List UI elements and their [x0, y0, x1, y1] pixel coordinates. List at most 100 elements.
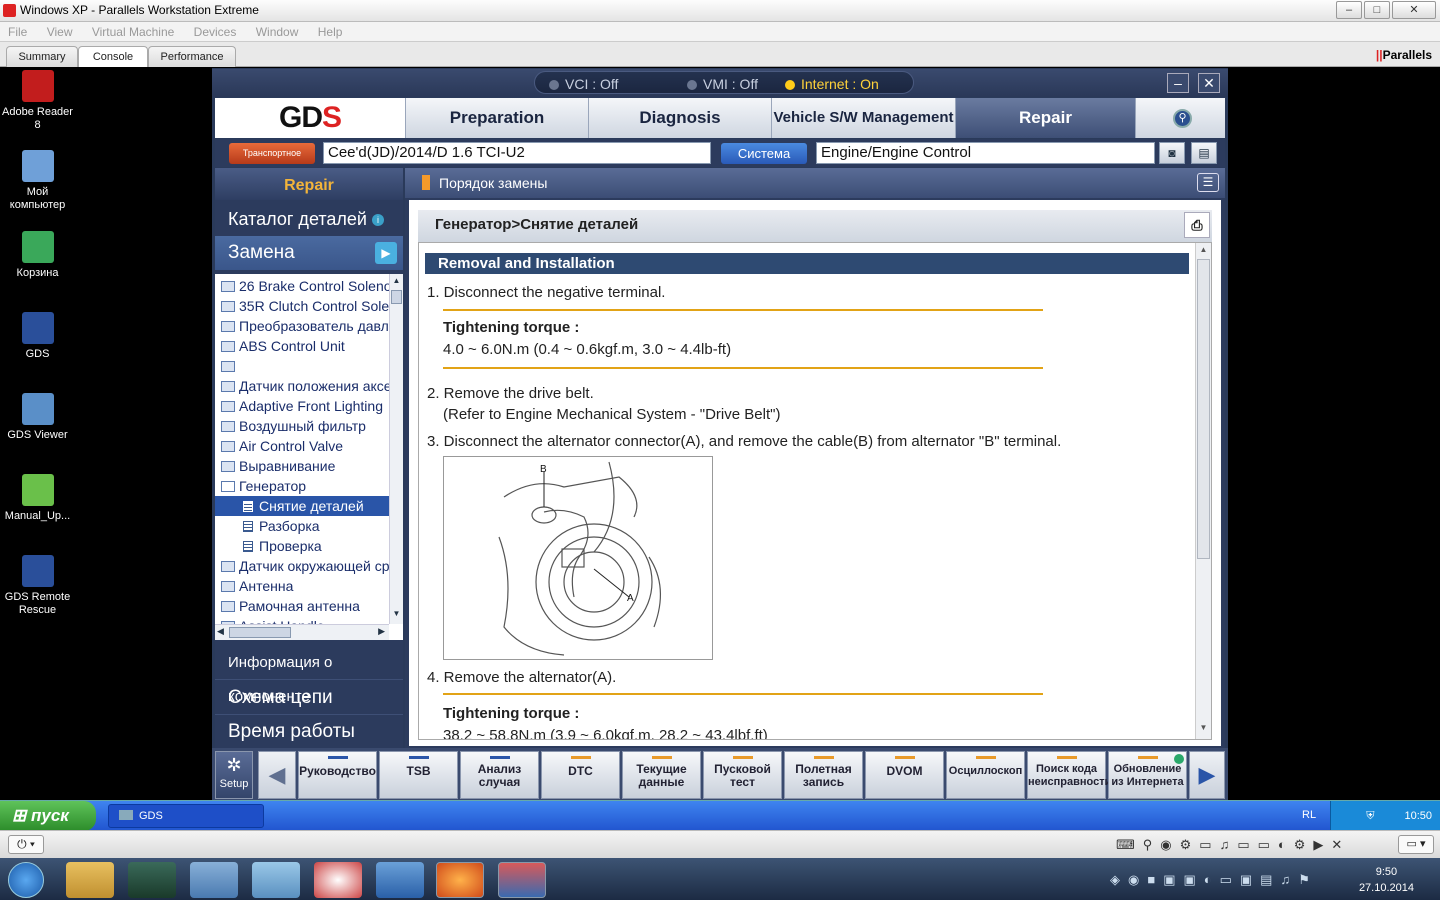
- menu-help[interactable]: Help: [310, 22, 351, 42]
- host-tray-icons[interactable]: ◈◉■▣▣◐▭▣▤♫⚑: [1110, 872, 1318, 888]
- firefox-taskbar-icon[interactable]: [436, 862, 484, 898]
- paint-taskbar-icon[interactable]: [190, 862, 238, 898]
- search-button[interactable]: ⚲: [1135, 98, 1225, 138]
- notes-taskbar-icon[interactable]: [252, 862, 300, 898]
- tree-item[interactable]: Преобразователь давления: [215, 316, 389, 336]
- sidebar-item-replacement[interactable]: Замена ▶: [215, 236, 403, 270]
- layout-button[interactable]: ▤: [1191, 142, 1217, 164]
- desktop-icon-manual-update[interactable]: Manual_Up...: [0, 474, 75, 523]
- tab-summary[interactable]: Summary: [6, 46, 78, 67]
- maximize-button[interactable]: □: [1364, 1, 1390, 19]
- tree-item[interactable]: 26 Brake Control Solenoid: [215, 276, 389, 296]
- doc-scroll-down-icon[interactable]: ▼: [1198, 723, 1209, 735]
- toolbar-manual-button[interactable]: Руководство: [298, 751, 377, 799]
- system-select-button[interactable]: Система: [721, 143, 807, 164]
- explorer-taskbar-icon[interactable]: [66, 862, 114, 898]
- menu-devices[interactable]: Devices: [186, 22, 245, 42]
- scroll-thumb[interactable]: [391, 290, 402, 304]
- host-start-orb[interactable]: [8, 862, 44, 898]
- taskbar-item-gds[interactable]: GDS: [108, 804, 264, 828]
- tab-console[interactable]: Console: [78, 46, 148, 68]
- print-button[interactable]: ⎙: [1184, 212, 1210, 238]
- scroll-right-icon[interactable]: ▶: [378, 626, 385, 637]
- document-scrollbar[interactable]: ▲ ▼: [1195, 243, 1211, 739]
- tree-item[interactable]: Выравнивание: [215, 456, 389, 476]
- tab-repair[interactable]: Repair: [955, 98, 1135, 138]
- scroll-down-icon[interactable]: ▼: [391, 609, 402, 621]
- gds-close-button[interactable]: ✕: [1198, 73, 1220, 93]
- doc-scroll-up-icon[interactable]: ▲: [1198, 245, 1209, 257]
- sidebar-item-parts-catalog[interactable]: Каталог деталей i: [215, 204, 403, 234]
- power-button[interactable]: ⏻ ▾: [8, 835, 44, 854]
- toolbar-dvom-button[interactable]: DVOM: [865, 751, 944, 799]
- tree-item[interactable]: Рамочная антенна: [215, 596, 389, 616]
- toolbar-prev-button[interactable]: ◀: [258, 751, 296, 799]
- start-button[interactable]: ⊞ пуск: [0, 801, 96, 831]
- toolbar-fault-code-search-button[interactable]: Поиск кода неисправности: [1027, 751, 1111, 799]
- setup-button[interactable]: ✲ Setup: [215, 751, 253, 799]
- desktop-icon-adobe-reader[interactable]: Adobe Reader 8: [0, 70, 75, 132]
- parallels-taskbar-icon[interactable]: [498, 862, 546, 898]
- document-icon: [243, 501, 253, 512]
- desktop-icon-gds-viewer[interactable]: GDS Viewer: [0, 393, 75, 442]
- tree-item-generator[interactable]: Генератор: [215, 476, 389, 496]
- doc-scroll-thumb[interactable]: [1197, 259, 1210, 559]
- toolbar-next-button[interactable]: ▶: [1189, 751, 1225, 799]
- gds-minimize-button[interactable]: –: [1167, 73, 1189, 93]
- toolbar-oscilloscope-button[interactable]: Осциллоскоп: [946, 751, 1025, 799]
- toolbar-flight-record-button[interactable]: Полетная запись: [784, 751, 863, 799]
- menu-view[interactable]: View: [39, 22, 81, 42]
- toolbar-dtc-button[interactable]: DTC: [541, 751, 620, 799]
- desktop-icon-gds-remote-rescue[interactable]: GDS Remote Rescue: [0, 555, 75, 617]
- tab-preparation[interactable]: Preparation: [405, 98, 588, 138]
- display-mode-button[interactable]: ▭ ▾: [1398, 835, 1434, 854]
- menu-window[interactable]: Window: [248, 22, 307, 42]
- system-monitor-taskbar-icon[interactable]: [128, 862, 176, 898]
- list-view-icon[interactable]: ☰: [1197, 173, 1219, 192]
- language-indicator[interactable]: RL: [1302, 809, 1316, 821]
- folder-icon: [221, 601, 235, 612]
- tree-item[interactable]: Air Control Valve: [215, 436, 389, 456]
- tree-item[interactable]: Антенна: [215, 576, 389, 596]
- tree-item[interactable]: ABS Control Unit: [215, 336, 389, 356]
- tab-performance[interactable]: Performance: [148, 46, 236, 67]
- toolbar-case-analysis-button[interactable]: Анализ случая: [460, 751, 539, 799]
- menu-file[interactable]: File: [0, 22, 35, 42]
- toolbar-internet-update-button[interactable]: Обновление из Интернета: [1108, 751, 1187, 799]
- step-4: 4. Remove the alternator(A).: [427, 669, 617, 686]
- tree-horizontal-scrollbar[interactable]: ◀ ▶: [215, 624, 389, 640]
- desktop-icon-recycle-bin[interactable]: Корзина: [0, 231, 75, 280]
- control-panel-taskbar-icon[interactable]: [376, 862, 424, 898]
- toolbar-tsb-button[interactable]: TSB: [379, 751, 458, 799]
- scroll-up-icon[interactable]: ▲: [391, 276, 402, 288]
- desktop-icon-my-computer[interactable]: Мой компьютер: [0, 150, 75, 212]
- tree-item-disassembly[interactable]: Разборка: [215, 516, 389, 536]
- tree-item-inspection[interactable]: Проверка: [215, 536, 389, 556]
- sidebar-item-component-info[interactable]: Информация о компоненте: [215, 646, 403, 705]
- tree-item[interactable]: Датчик окружающей среды: [215, 556, 389, 576]
- desktop-icon-gds[interactable]: GDS: [0, 312, 75, 361]
- scroll-left-icon[interactable]: ◀: [217, 626, 224, 637]
- sidebar-item-circuit-diagram[interactable]: Схема цепи: [215, 681, 403, 715]
- tree-item[interactable]: [215, 356, 389, 376]
- device-icons[interactable]: ⌨⚲◉⚙▭♫▭▭◐⚙▶✕: [1116, 837, 1350, 853]
- tab-vehicle-sw-management[interactable]: Vehicle S/W Management: [771, 98, 955, 138]
- menu-virtual-machine[interactable]: Virtual Machine: [84, 22, 183, 42]
- minimize-button[interactable]: –: [1336, 1, 1362, 19]
- tree-item[interactable]: Датчик положения акселератора: [215, 376, 389, 396]
- tree-item-removal-selected[interactable]: Снятие деталей: [215, 496, 389, 516]
- tab-diagnosis[interactable]: Diagnosis: [588, 98, 771, 138]
- toolbar-current-data-button[interactable]: Текущие данные: [622, 751, 701, 799]
- toolbar-start-test-button[interactable]: Пусковой тест: [703, 751, 782, 799]
- clock-app-taskbar-icon[interactable]: [314, 862, 362, 898]
- sidebar-item-work-time[interactable]: Время работы: [215, 716, 403, 748]
- tree-item[interactable]: Adaptive Front Lighting: [215, 396, 389, 416]
- tree-item[interactable]: Воздушный фильтр: [215, 416, 389, 436]
- close-button[interactable]: ✕: [1392, 1, 1436, 19]
- tree-vertical-scrollbar[interactable]: ▲ ▼: [389, 274, 403, 624]
- camera-button[interactable]: ◙: [1159, 142, 1185, 164]
- vehicle-select-button[interactable]: Транспортное средство: [229, 143, 315, 179]
- hscroll-thumb[interactable]: [229, 627, 291, 638]
- torque-value-1: 4.0 ~ 6.0N.m (0.4 ~ 0.6kgf.m, 3.0 ~ 4.4l…: [443, 341, 732, 358]
- tree-item[interactable]: 35R Clutch Control Solenoid: [215, 296, 389, 316]
